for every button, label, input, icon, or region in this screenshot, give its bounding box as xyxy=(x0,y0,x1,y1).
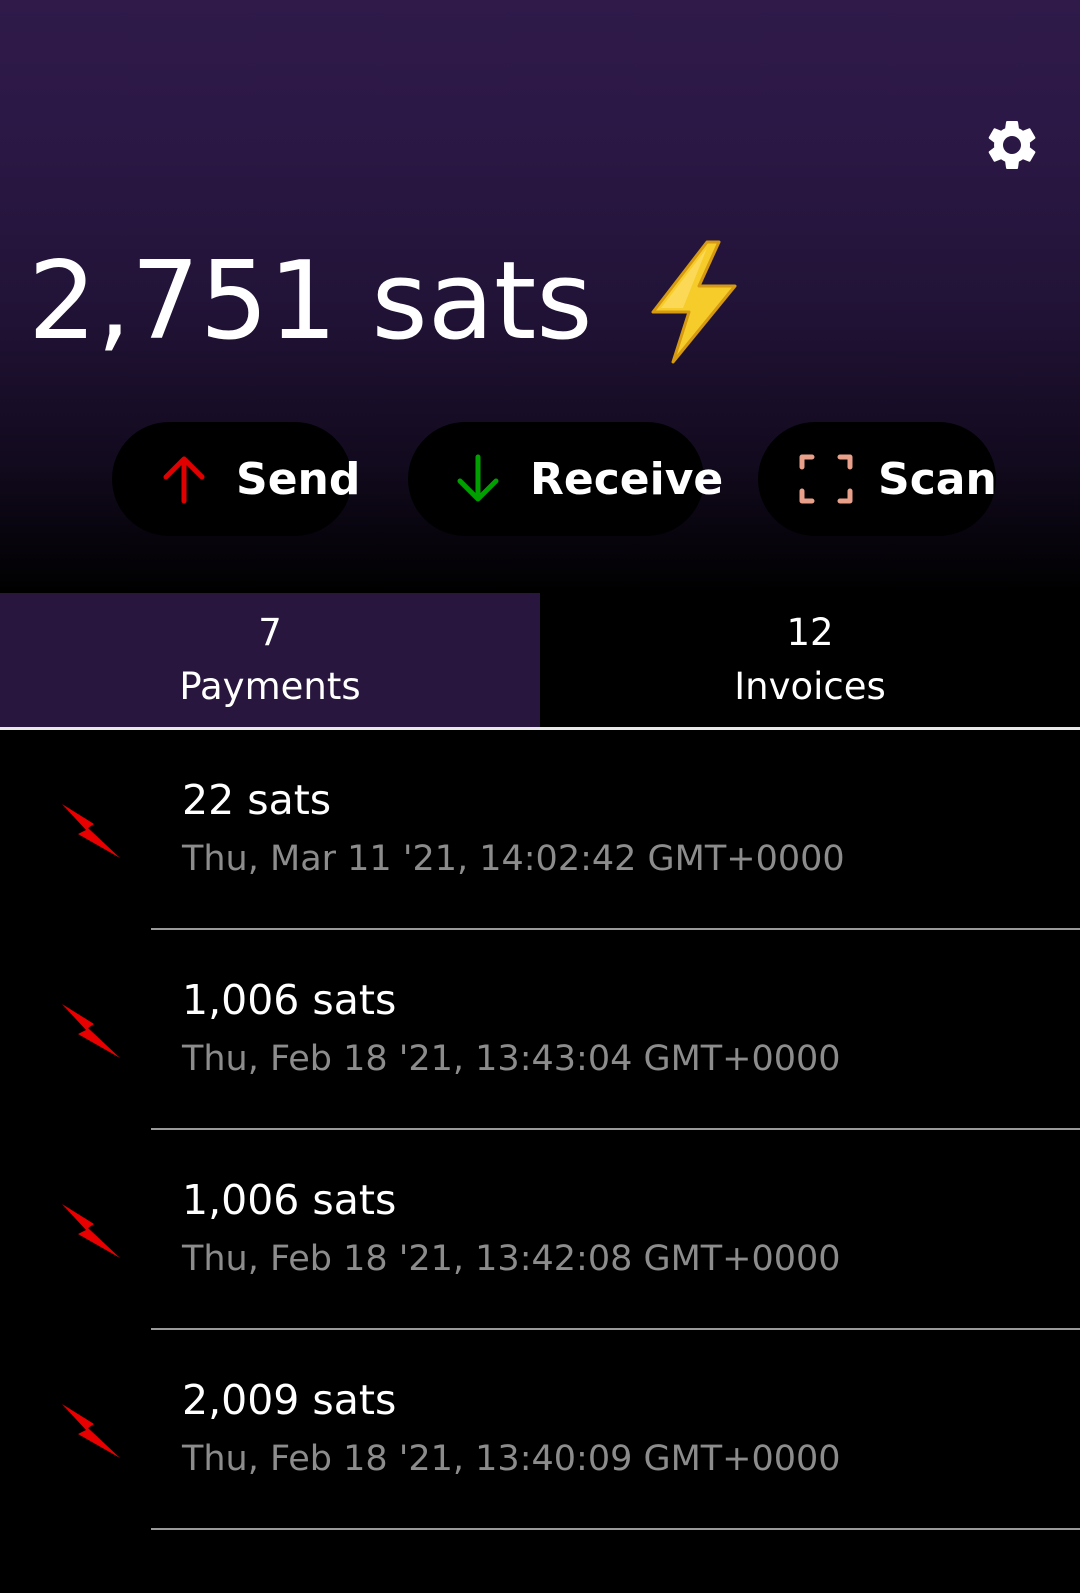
tab-invoices-count: 12 xyxy=(786,611,834,654)
tab-bar: 7 Payments 12 Invoices xyxy=(0,593,1080,727)
divider xyxy=(151,1528,1080,1530)
scan-label: Scan xyxy=(878,453,997,505)
receive-button[interactable]: Receive xyxy=(408,422,723,536)
arrow-down-icon xyxy=(450,451,506,507)
payment-amount: 22 sats xyxy=(182,776,332,824)
high-voltage-icon xyxy=(651,240,737,364)
list-item[interactable]: 22 sats Thu, Mar 11 '21, 14:02:42 GMT+00… xyxy=(0,730,1080,930)
scan-frame-icon xyxy=(798,451,854,507)
send-label: Send xyxy=(236,453,361,505)
payment-amount: 1,006 sats xyxy=(182,976,397,1024)
tab-payments-label: Payments xyxy=(179,665,361,708)
send-button[interactable]: Send xyxy=(112,422,360,536)
tab-payments[interactable]: 7 Payments xyxy=(0,593,540,727)
payment-date: Thu, Mar 11 '21, 14:02:42 GMT+0000 xyxy=(182,839,845,879)
tab-payments-count: 7 xyxy=(258,611,282,654)
balance-amount: 2,751 sats xyxy=(28,239,593,364)
lightning-icon xyxy=(62,1404,120,1458)
settings-button[interactable] xyxy=(980,113,1044,177)
scan-button[interactable]: Scan xyxy=(758,422,997,536)
lightning-icon xyxy=(62,1004,120,1058)
list-item[interactable]: 1,006 sats Thu, Feb 18 '21, 13:43:04 GMT… xyxy=(0,930,1080,1130)
balance-display: 2,751 sats xyxy=(28,232,743,372)
lightning-icon xyxy=(62,804,120,858)
payment-amount: 2,009 sats xyxy=(182,1376,397,1424)
payment-date: Thu, Feb 18 '21, 13:40:09 GMT+0000 xyxy=(182,1439,841,1479)
list-item[interactable]: 1,006 sats Thu, Feb 18 '21, 13:42:08 GMT… xyxy=(0,1130,1080,1330)
payment-list: 22 sats Thu, Mar 11 '21, 14:02:42 GMT+00… xyxy=(0,730,1080,1530)
action-bar: Send Receive Scan xyxy=(0,422,1080,536)
payment-amount: 1,006 sats xyxy=(182,1176,397,1224)
lightning-icon xyxy=(62,1204,120,1258)
list-item[interactable]: 2,009 sats Thu, Feb 18 '21, 13:40:09 GMT… xyxy=(0,1330,1080,1530)
payment-date: Thu, Feb 18 '21, 13:42:08 GMT+0000 xyxy=(182,1239,841,1279)
receive-label: Receive xyxy=(530,453,724,505)
wallet-screen: 2,751 sats Send Receive Scan 7 Payments … xyxy=(0,0,1080,1593)
tab-invoices[interactable]: 12 Invoices xyxy=(540,593,1080,727)
gear-icon xyxy=(988,120,1036,169)
payment-date: Thu, Feb 18 '21, 13:43:04 GMT+0000 xyxy=(182,1039,841,1079)
arrow-up-icon xyxy=(156,451,212,507)
tab-invoices-label: Invoices xyxy=(734,665,886,708)
header: 2,751 sats Send Receive Scan xyxy=(0,0,1080,593)
